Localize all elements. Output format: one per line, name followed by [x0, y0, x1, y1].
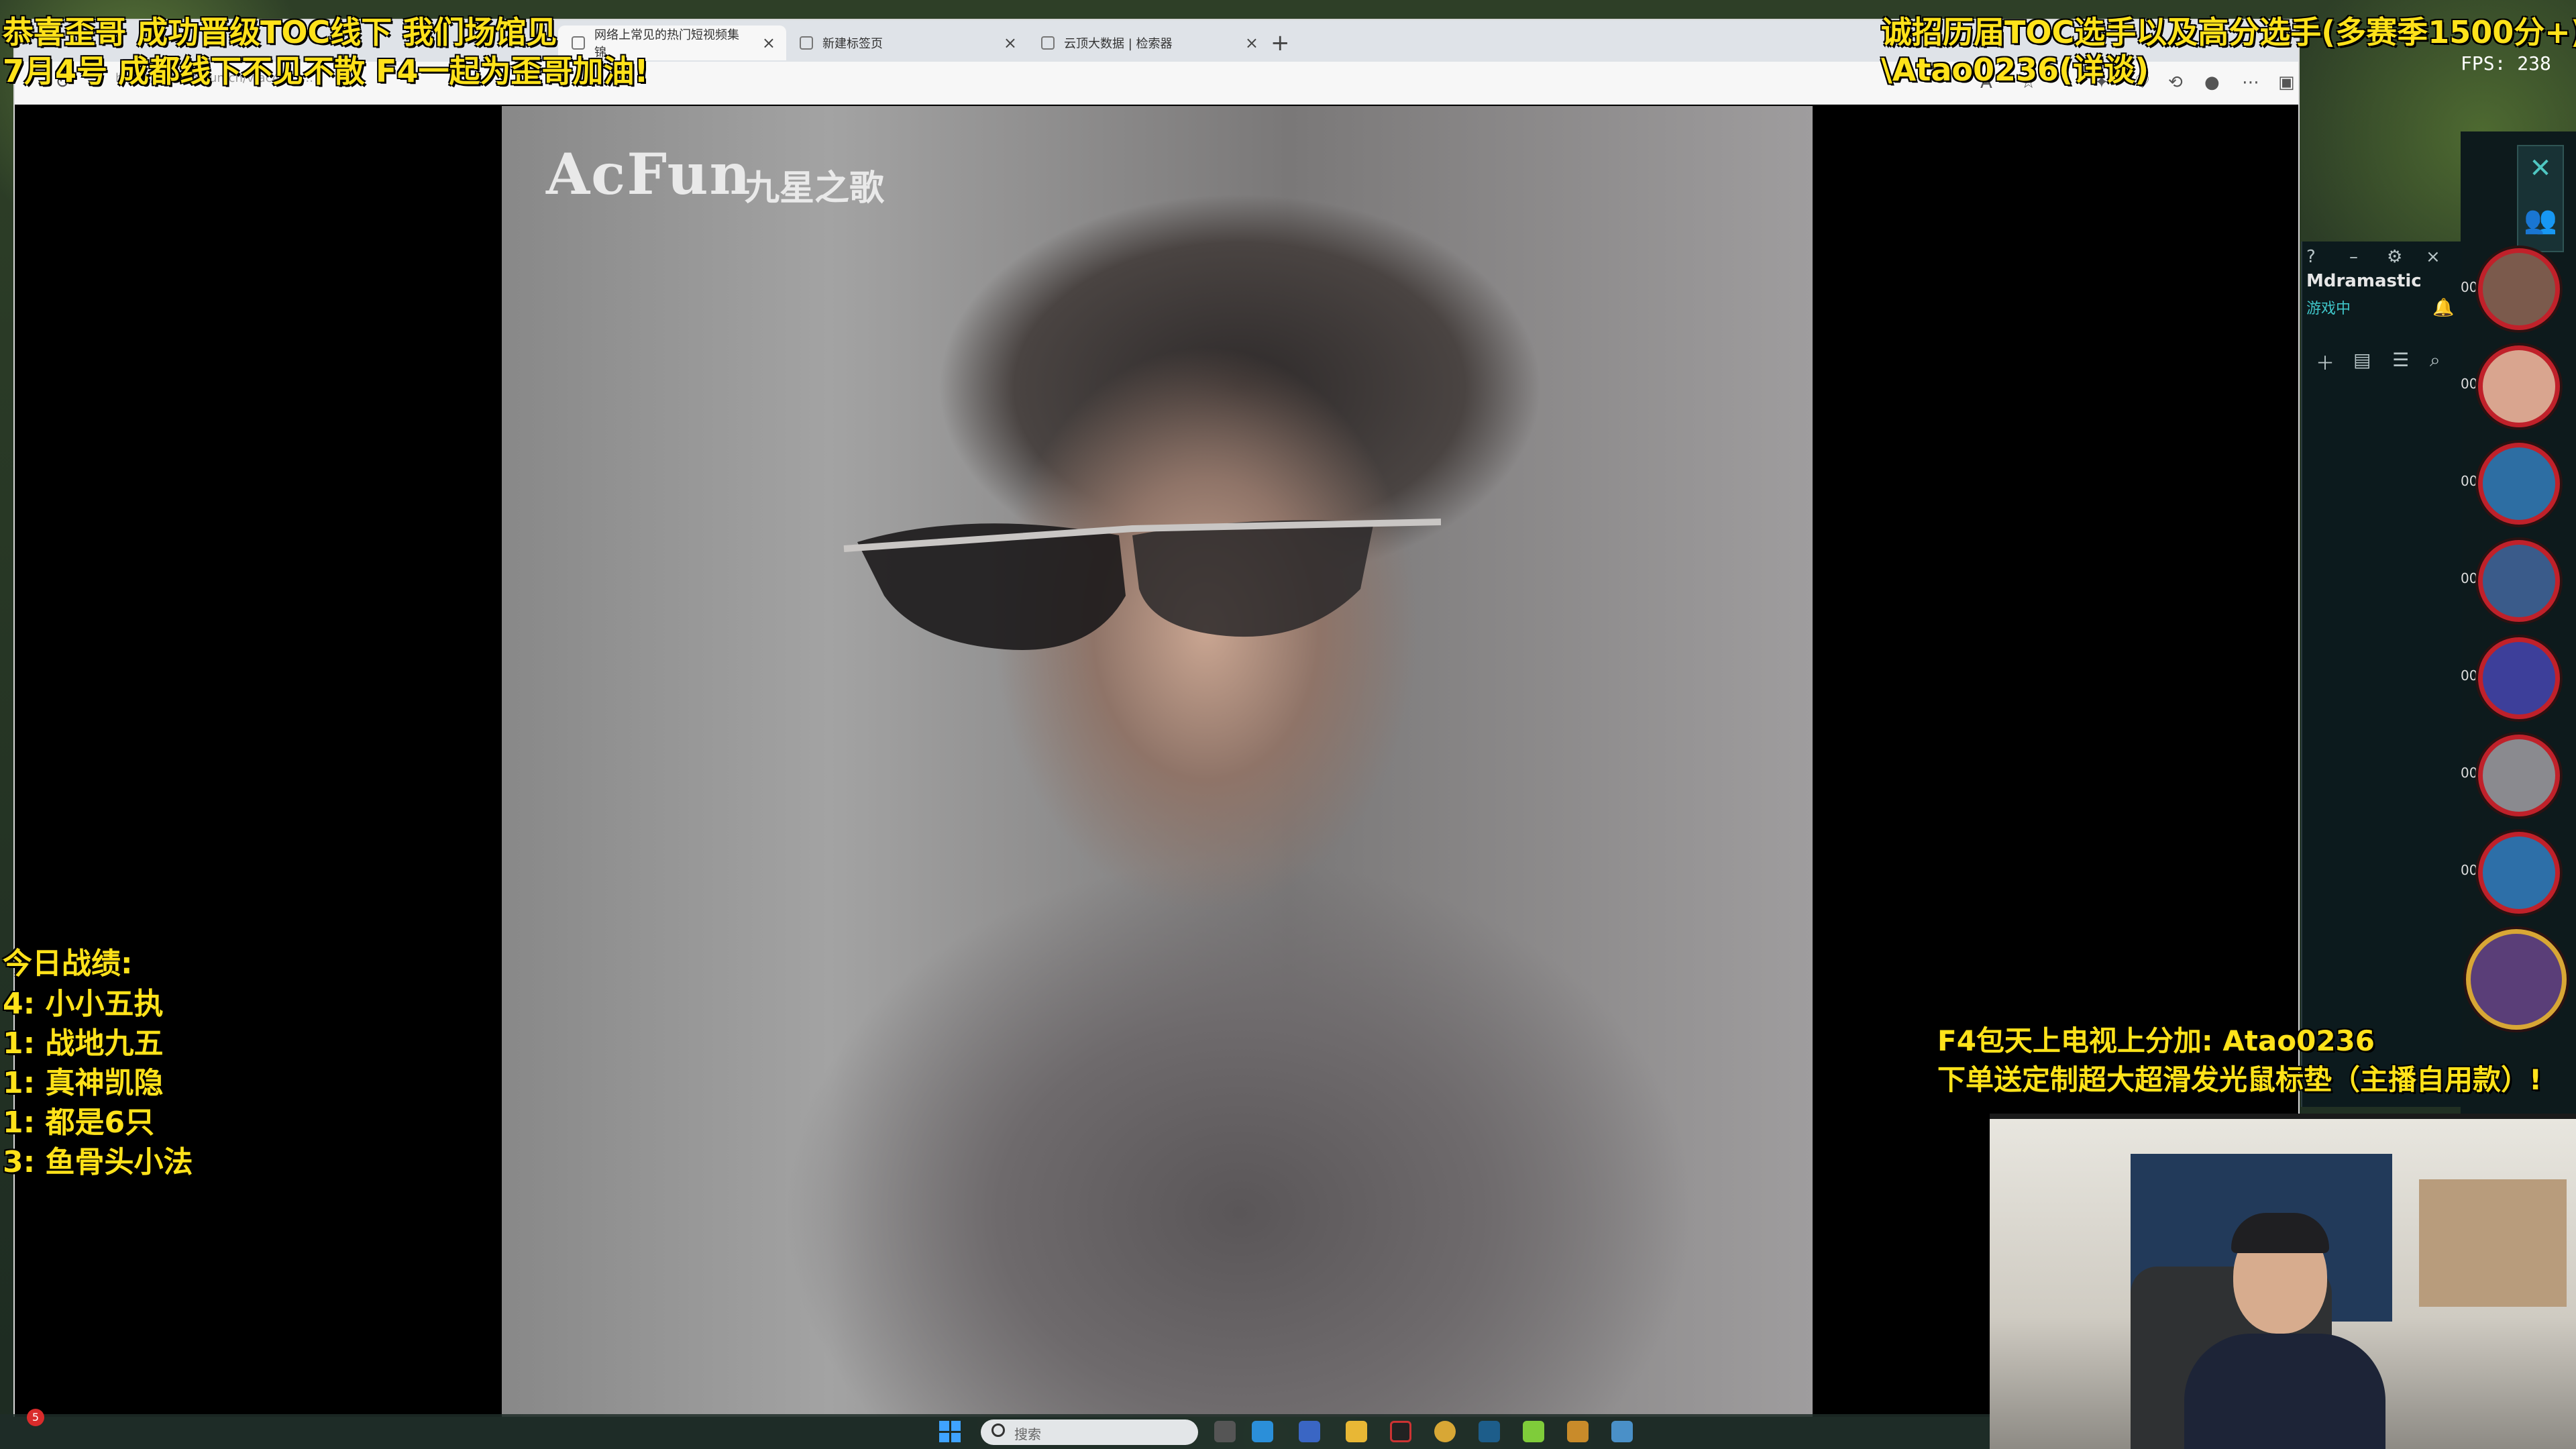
minimize-icon[interactable]: – [2349, 247, 2358, 267]
player-score: 00 [2461, 862, 2478, 878]
social-panel: ? – ⚙ × Mdramastic 游戏中 🔔 ＋ ▤ ☰ ⌕ [2301, 241, 2462, 1107]
player-score: 00 [2461, 279, 2478, 295]
app-icon[interactable] [1523, 1421, 1544, 1442]
site-icon [1041, 36, 1055, 50]
edge-icon[interactable] [1252, 1421, 1273, 1442]
add-friend-icon[interactable]: ＋ [2316, 349, 2334, 376]
recruit-line-2: \Atao0236(详谈) [1881, 52, 2149, 88]
record-item: 3: 鱼骨头小法 [3, 1145, 193, 1179]
close-tab-icon[interactable]: × [1004, 34, 1017, 52]
player-avatar[interactable] [2478, 832, 2560, 914]
username: Mdramastic [2306, 271, 2422, 291]
player-avatar[interactable] [2478, 345, 2560, 427]
app-icon[interactable] [1611, 1421, 1633, 1442]
player-avatar[interactable] [2478, 248, 2560, 330]
tab-tft-data[interactable]: 云顶大数据 | 检索器 × [1028, 25, 1269, 60]
steam-icon[interactable] [1479, 1421, 1500, 1442]
acfun-logo: AcFun [546, 141, 752, 207]
webcam-border [1990, 1114, 2576, 1119]
tab-label: 新建标签页 [822, 37, 883, 51]
close-tab-icon[interactable]: × [762, 34, 775, 52]
bell-icon[interactable]: 🔔 [2432, 298, 2454, 318]
help-icon[interactable]: ? [2306, 247, 2316, 267]
history-icon[interactable]: ⟲ [2168, 72, 2183, 93]
folder-icon[interactable] [1346, 1421, 1367, 1442]
streamer-hair [2231, 1213, 2329, 1253]
record-item: 1: 都是6只 [3, 1106, 155, 1140]
player-score: 00 [2461, 473, 2478, 489]
friends-icon[interactable]: 👥 [2518, 204, 2563, 235]
close-icon[interactable]: × [2426, 247, 2440, 267]
search-icon [991, 1424, 1005, 1437]
close-tab-icon[interactable]: × [1245, 34, 1258, 52]
banner-line-1: 恭喜歪哥 成功晋级TOC线下 我们场馆见 [3, 14, 557, 50]
promo-line-1: F4包天上电视上分加: Atao0236 [1937, 1024, 2375, 1057]
player-avatar[interactable] [2478, 443, 2560, 525]
app-icon[interactable] [1390, 1421, 1411, 1442]
taskbar-search[interactable]: 搜索 [981, 1419, 1198, 1445]
windows-start-icon[interactable] [939, 1421, 961, 1442]
video-title: 九星之歌 [745, 168, 885, 209]
search-placeholder: 搜索 [1014, 1426, 1041, 1442]
fps-counter: FPS: 238 [2461, 52, 2551, 74]
settings-icon[interactable]: ⚙ [2387, 247, 2402, 267]
app-icon[interactable] [1567, 1421, 1589, 1442]
player-avatar[interactable] [2478, 637, 2560, 719]
page-viewport: AcFun 九星之歌 [15, 106, 2298, 1417]
search-icon[interactable]: ⌕ [2430, 349, 2440, 372]
video-player[interactable]: AcFun 九星之歌 [502, 106, 1813, 1417]
list-icon[interactable]: ☰ [2392, 349, 2409, 371]
webcam-feed [1990, 1119, 2576, 1449]
new-tab-button[interactable]: + [1271, 30, 1290, 56]
close-side-icon[interactable]: ✕ [2518, 153, 2563, 184]
record-item: 1: 战地九五 [3, 1026, 164, 1061]
tab-label: 云顶大数据 | 检索器 [1064, 37, 1173, 51]
taskbar: 搜索 [0, 1414, 1990, 1449]
player-score: 00 [2461, 765, 2478, 781]
side-menu[interactable]: ✕ 👥 [2517, 145, 2564, 252]
notification-badge: 5 [27, 1409, 44, 1426]
record-item: 1: 真神凯隐 [3, 1066, 164, 1100]
banner-line-2: 7月4号 成都线下不见不散 F4一起为歪哥加油! [3, 53, 649, 89]
streamer-body [2184, 1334, 2385, 1449]
profile-icon[interactable]: ● [2204, 72, 2220, 93]
store-icon[interactable] [1299, 1421, 1320, 1442]
own-avatar[interactable] [2466, 929, 2567, 1030]
player-avatar[interactable] [2478, 540, 2560, 622]
record-title: 今日战绩: [3, 947, 133, 981]
sidebar-icon[interactable]: ▣ [2278, 72, 2295, 93]
task-view-icon[interactable] [1214, 1421, 1236, 1442]
player-score: 00 [2461, 667, 2478, 684]
user-status: 游戏中 [2306, 301, 2351, 317]
player-score: 00 [2461, 570, 2478, 586]
player-score: 00 [2461, 376, 2478, 392]
game-client-icon[interactable] [1434, 1421, 1456, 1442]
record-item: 4: 小小五执 [3, 987, 164, 1021]
browser-window: 网络上常见的热门短视频集锦 × 新建标签页 × 云顶大数据 | 检索器 × + … [13, 19, 2300, 1417]
promo-line-2: 下单送定制超大超滑发光鼠标垫（主播自用款）! [1937, 1063, 2542, 1096]
tab-new[interactable]: 新建标签页 × [786, 25, 1028, 60]
player-avatar[interactable] [2478, 735, 2560, 816]
folder-icon[interactable]: ▤ [2353, 349, 2371, 371]
sunglasses-graphic [843, 519, 1441, 650]
page-icon [800, 36, 813, 50]
shelf [2419, 1179, 2567, 1307]
more-icon[interactable]: ⋯ [2242, 72, 2259, 93]
